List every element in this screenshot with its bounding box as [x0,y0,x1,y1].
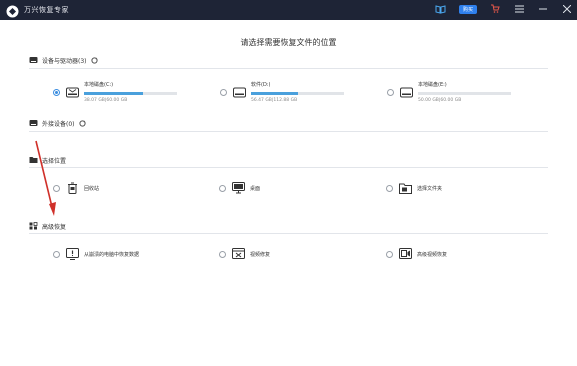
folder-section-icon [29,156,38,165]
external-drive-icon [29,119,38,128]
drive-name: 软件(D:) [251,82,271,88]
disk-drive-icon [66,86,79,98]
drive-option-e[interactable]: 本地磁盘(E:) 50.00 GB|60.00 GB [387,81,511,103]
title-bar-controls: 购买 [435,2,573,16]
advanced-video-repair[interactable]: 视频修复 [219,248,270,260]
drive-c-radio[interactable] [53,88,60,96]
drive-name: 本地磁盘(E:) [418,82,447,88]
video-repair-icon [232,248,245,260]
section-external: 外接设备(0) [29,118,548,132]
section-advanced-header: 高级恢复 [29,221,548,231]
page-title: 请选择需要恢复文件的位置 [240,38,337,47]
drive-size: 50.00 GB|60.00 GB [418,98,462,103]
section-devices-title: 设备与驱动器(3) [42,57,87,65]
advanced-video-icon [399,248,412,260]
section-advanced: 高级恢复 [29,221,548,234]
location-radio[interactable] [219,184,226,192]
advanced-radio[interactable] [53,250,60,258]
app-logo-icon [6,3,19,18]
section-devices: 设备与驱动器(3) [29,55,548,69]
drive-d-info: 软件(D:) 56.47 GB|112.88 GB [251,81,344,103]
minimize-icon[interactable] [537,2,549,16]
drive-size: 56.47 GB|112.88 GB [251,98,298,103]
title-bar-left: 万兴恢复专家 [6,3,69,18]
desktop-icon [232,182,245,194]
section-divider [29,167,548,168]
drive-usage-bar [251,92,344,95]
drive-size: 38.07 GB|60.00 GB [84,98,128,103]
drive-usage-bar [418,92,511,95]
folder-icon [399,182,412,194]
drive-c-info: 本地磁盘(C:) 38.07 GB|60.00 GB [84,81,177,103]
advanced-radio[interactable] [386,250,393,258]
drive-e-info: 本地磁盘(E:) 50.00 GB|60.00 GB [418,81,511,103]
location-radio[interactable] [53,184,60,192]
section-external-header: 外接设备(0) [29,118,548,128]
drive-usage-fill [251,92,298,95]
refresh-icon[interactable] [90,56,98,64]
advanced-video-recovery[interactable]: 高级视频恢复 [386,248,447,260]
drive-d-radio[interactable] [220,88,227,96]
section-divider [29,233,548,234]
location-label: 桌面 [250,185,261,192]
section-location-title: 选择位置 [42,157,67,165]
book-icon[interactable] [435,2,447,16]
drive-option-c[interactable]: 本地磁盘(C:) 38.07 GB|60.00 GB [53,81,177,103]
advanced-label: 高级视频恢复 [417,251,448,258]
advanced-label: 从崩溃的电脑中恢复数据 [84,251,140,258]
section-advanced-title: 高级恢复 [42,223,67,231]
drive-usage-bar [84,92,177,95]
disk-drive-icon [233,86,246,98]
cart-icon[interactable] [489,2,501,16]
drive-usage-fill [84,92,143,95]
drive-option-d[interactable]: 软件(D:) 56.47 GB|112.88 GB [220,81,344,103]
refresh-icon[interactable] [78,119,86,127]
menu-icon[interactable] [513,2,525,16]
title-bar: 万兴恢复专家 购买 [0,0,577,20]
advanced-crash-recovery[interactable]: 从崩溃的电脑中恢复数据 [53,248,139,260]
section-divider [29,131,548,132]
annotation-arrow-shaft [35,140,53,208]
grid-icon [29,222,38,231]
annotation-arrow-head [49,202,56,216]
advanced-label: 视频修复 [250,251,271,258]
close-icon[interactable] [561,2,573,16]
location-select-folder[interactable]: 选择文件夹 [386,182,442,194]
location-desktop[interactable]: 桌面 [219,182,260,194]
disk-drive-icon [400,86,413,98]
purchase-button[interactable]: 购买 [458,4,477,14]
section-location-header: 选择位置 [29,155,548,165]
location-label: 选择文件夹 [417,185,443,192]
app-title: 万兴恢复专家 [24,5,69,14]
drive-name: 本地磁盘(C:) [84,82,114,88]
crash-recovery-icon [66,248,79,260]
advanced-radio[interactable] [219,250,226,258]
section-external-title: 外接设备(0) [42,120,75,128]
drive-e-radio[interactable] [387,88,394,96]
section-devices-header: 设备与驱动器(3) [29,55,548,65]
hard-drive-icon [29,56,38,65]
section-location: 选择位置 [29,155,548,168]
location-recycle-bin[interactable]: 回收站 [53,182,99,194]
recycle-bin-icon [66,182,79,194]
section-divider [29,68,548,69]
location-radio[interactable] [386,184,393,192]
location-label: 回收站 [84,185,100,192]
